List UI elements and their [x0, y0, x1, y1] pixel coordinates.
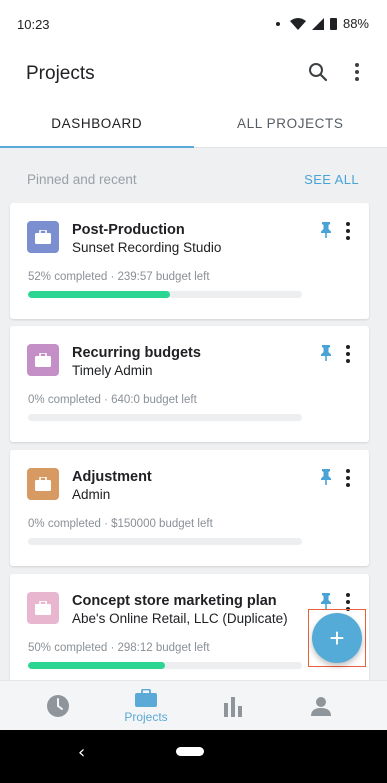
bar-chart-icon	[224, 697, 242, 717]
nav-timer[interactable]	[23, 681, 93, 731]
clock-icon	[47, 695, 69, 717]
wifi-icon	[289, 17, 306, 30]
progress-fill	[28, 662, 165, 669]
card-menu-icon[interactable]	[339, 221, 357, 241]
battery-level: 88%	[342, 16, 369, 31]
tab-all-projects[interactable]: ALL PROJECTS	[194, 100, 387, 147]
briefcase-icon	[27, 468, 59, 500]
system-navigation-bar: ‹	[0, 730, 387, 783]
project-client: Admin	[72, 487, 111, 502]
progress-text: 0% completed · 640:0 budget left	[28, 394, 197, 406]
plus-icon: +	[329, 622, 345, 653]
pin-icon[interactable]	[319, 345, 333, 361]
briefcase-icon	[27, 344, 59, 376]
search-icon[interactable]	[306, 60, 330, 84]
card-menu-icon[interactable]	[339, 468, 357, 488]
battery-icon	[329, 17, 337, 30]
back-icon[interactable]: ‹	[78, 742, 85, 763]
project-client: Sunset Recording Studio	[72, 240, 222, 255]
briefcase-icon	[27, 592, 59, 624]
nav-projects[interactable]: Projects	[111, 681, 181, 731]
progress-bar	[28, 291, 302, 298]
status-bar: 10:23 88%	[0, 0, 387, 48]
project-card[interactable]: Adjustment Admin 0% completed · $150000 …	[10, 450, 369, 566]
pinned-section-header: Pinned and recent SEE ALL	[0, 165, 387, 193]
project-client: Timely Admin	[72, 363, 153, 378]
progress-text: 0% completed · $150000 budget left	[28, 518, 213, 530]
progress-bar	[28, 538, 302, 545]
progress-text: 50% completed · 298:12 budget left	[28, 642, 210, 654]
bottom-navigation: Projects	[0, 680, 387, 730]
see-all-link[interactable]: SEE ALL	[304, 172, 359, 187]
project-name: Concept store marketing plan	[72, 593, 277, 609]
card-menu-icon[interactable]	[339, 344, 357, 364]
pin-icon[interactable]	[319, 593, 333, 609]
progress-bar	[28, 414, 302, 421]
nav-projects-label: Projects	[124, 709, 168, 724]
section-label: Pinned and recent	[27, 172, 137, 187]
project-name: Adjustment	[72, 469, 152, 485]
project-client: Abe's Online Retail, LLC (Duplicate)	[72, 611, 288, 626]
tab-bar: DASHBOARD ALL PROJECTS	[0, 100, 387, 148]
progress-bar	[28, 662, 302, 669]
project-name: Post-Production	[72, 222, 185, 238]
progress-fill	[28, 291, 171, 298]
nav-profile[interactable]	[286, 681, 356, 731]
project-name: Recurring budgets	[72, 345, 201, 361]
more-vert-icon[interactable]	[345, 60, 369, 84]
person-icon	[311, 697, 331, 716]
project-card[interactable]: Post-Production Sunset Recording Studio …	[10, 203, 369, 319]
tab-dashboard[interactable]: DASHBOARD	[0, 100, 194, 148]
signal-icon	[311, 17, 324, 30]
projects-screen: 10:23 88% Projects DASHBOARD ALL PROJECT…	[0, 0, 387, 783]
briefcase-icon	[135, 688, 157, 707]
briefcase-icon	[27, 221, 59, 253]
pin-icon[interactable]	[319, 469, 333, 485]
project-card[interactable]: Recurring budgets Timely Admin 0% comple…	[10, 326, 369, 442]
page-title: Projects	[26, 63, 95, 84]
pin-icon[interactable]	[319, 222, 333, 238]
status-time: 10:23	[17, 17, 50, 32]
app-bar: Projects	[0, 48, 387, 100]
add-project-button[interactable]: +	[312, 613, 362, 663]
fab-highlight: +	[308, 609, 366, 667]
progress-text: 52% completed · 239:57 budget left	[28, 271, 210, 283]
nav-reports[interactable]	[198, 681, 268, 731]
notification-dot-icon	[275, 21, 280, 26]
home-pill-icon[interactable]	[176, 747, 204, 756]
status-icons: 88%	[275, 16, 369, 31]
